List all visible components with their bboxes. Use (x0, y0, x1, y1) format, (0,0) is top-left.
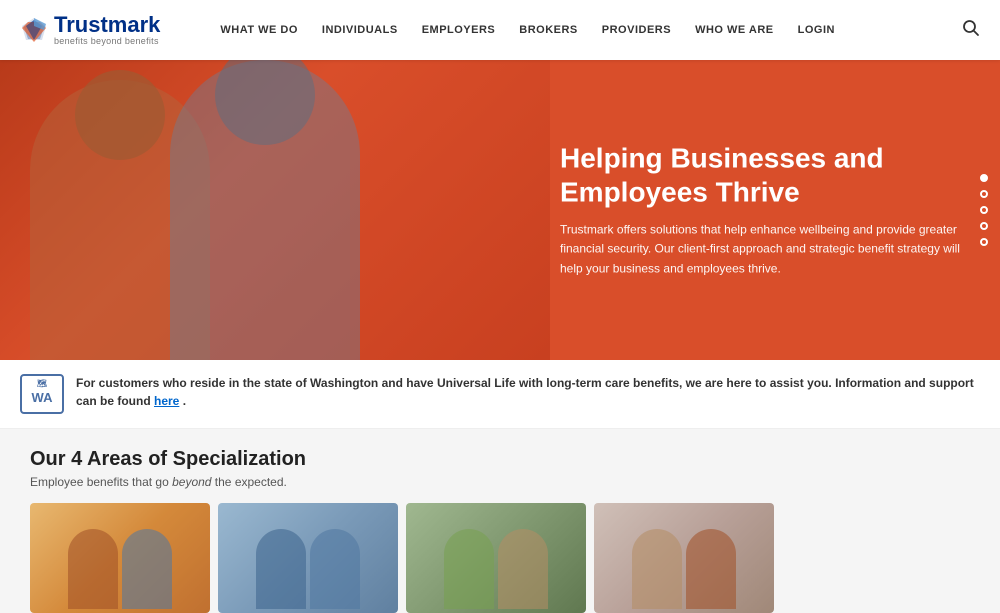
notice-here-link[interactable]: here (154, 394, 179, 408)
specialization-subtitle: Employee benefits that go beyond the exp… (30, 475, 970, 489)
hero-background (0, 60, 550, 360)
slide-dot-1[interactable] (980, 174, 988, 182)
wa-state-badge: 🗺 WA (20, 374, 64, 414)
hero-image (0, 60, 550, 360)
hero-content: Helping Businesses and Employees Thrive … (560, 142, 980, 279)
hero-section: Helping Businesses and Employees Thrive … (0, 60, 1000, 360)
slide-dot-4[interactable] (980, 222, 988, 230)
nav-individuals[interactable]: INDIVIDUALS (322, 24, 398, 36)
wa-badge-label: WA (32, 390, 53, 405)
nav-who-we-are[interactable]: WHO WE ARE (695, 24, 774, 36)
nav-login[interactable]: LOGIN (798, 24, 835, 36)
slide-indicators (980, 174, 988, 246)
slide-dot-3[interactable] (980, 206, 988, 214)
specialization-card-3[interactable] (406, 503, 586, 613)
person-2-head (215, 60, 315, 145)
hero-title: Helping Businesses and Employees Thrive (560, 142, 980, 209)
main-nav: WHAT WE DO INDIVIDUALS EMPLOYERS BROKERS… (220, 24, 962, 36)
wa-map-icon: 🗺 (37, 379, 47, 388)
specialization-card-1[interactable] (30, 503, 210, 613)
hero-description: Trustmark offers solutions that help enh… (560, 221, 980, 279)
specialization-cards (30, 503, 970, 613)
search-icon[interactable] (962, 19, 980, 42)
nav-employers[interactable]: EMPLOYERS (422, 24, 496, 36)
nav-providers[interactable]: PROVIDERS (602, 24, 671, 36)
specialization-title: Our 4 Areas of Specialization (30, 448, 970, 471)
slide-dot-2[interactable] (980, 190, 988, 198)
logo-area[interactable]: Trustmark benefits beyond benefits (20, 14, 160, 46)
trustmark-logo-icon (20, 16, 48, 44)
notice-banner: 🗺 WA For customers who reside in the sta… (0, 360, 1000, 429)
logo-tagline: benefits beyond benefits (54, 36, 160, 46)
person-2-silhouette (170, 60, 360, 360)
hero-title-line2: Employees Thrive (560, 176, 800, 207)
notice-text: For customers who reside in the state of… (76, 374, 980, 410)
person-1-head (75, 70, 165, 160)
specialization-section: Our 4 Areas of Specialization Employee b… (0, 430, 1000, 613)
nav-what-we-do[interactable]: WHAT WE DO (220, 24, 298, 36)
notice-text-bold: For customers who reside in the state of… (76, 376, 974, 408)
nav-brokers[interactable]: BROKERS (519, 24, 578, 36)
specialization-card-4[interactable] (594, 503, 774, 613)
specialization-card-2[interactable] (218, 503, 398, 613)
site-header: Trustmark benefits beyond benefits WHAT … (0, 0, 1000, 60)
hero-title-line1: Helping Businesses and (560, 143, 884, 174)
slide-dot-5[interactable] (980, 238, 988, 246)
logo-brand-name: Trustmark (54, 14, 160, 36)
